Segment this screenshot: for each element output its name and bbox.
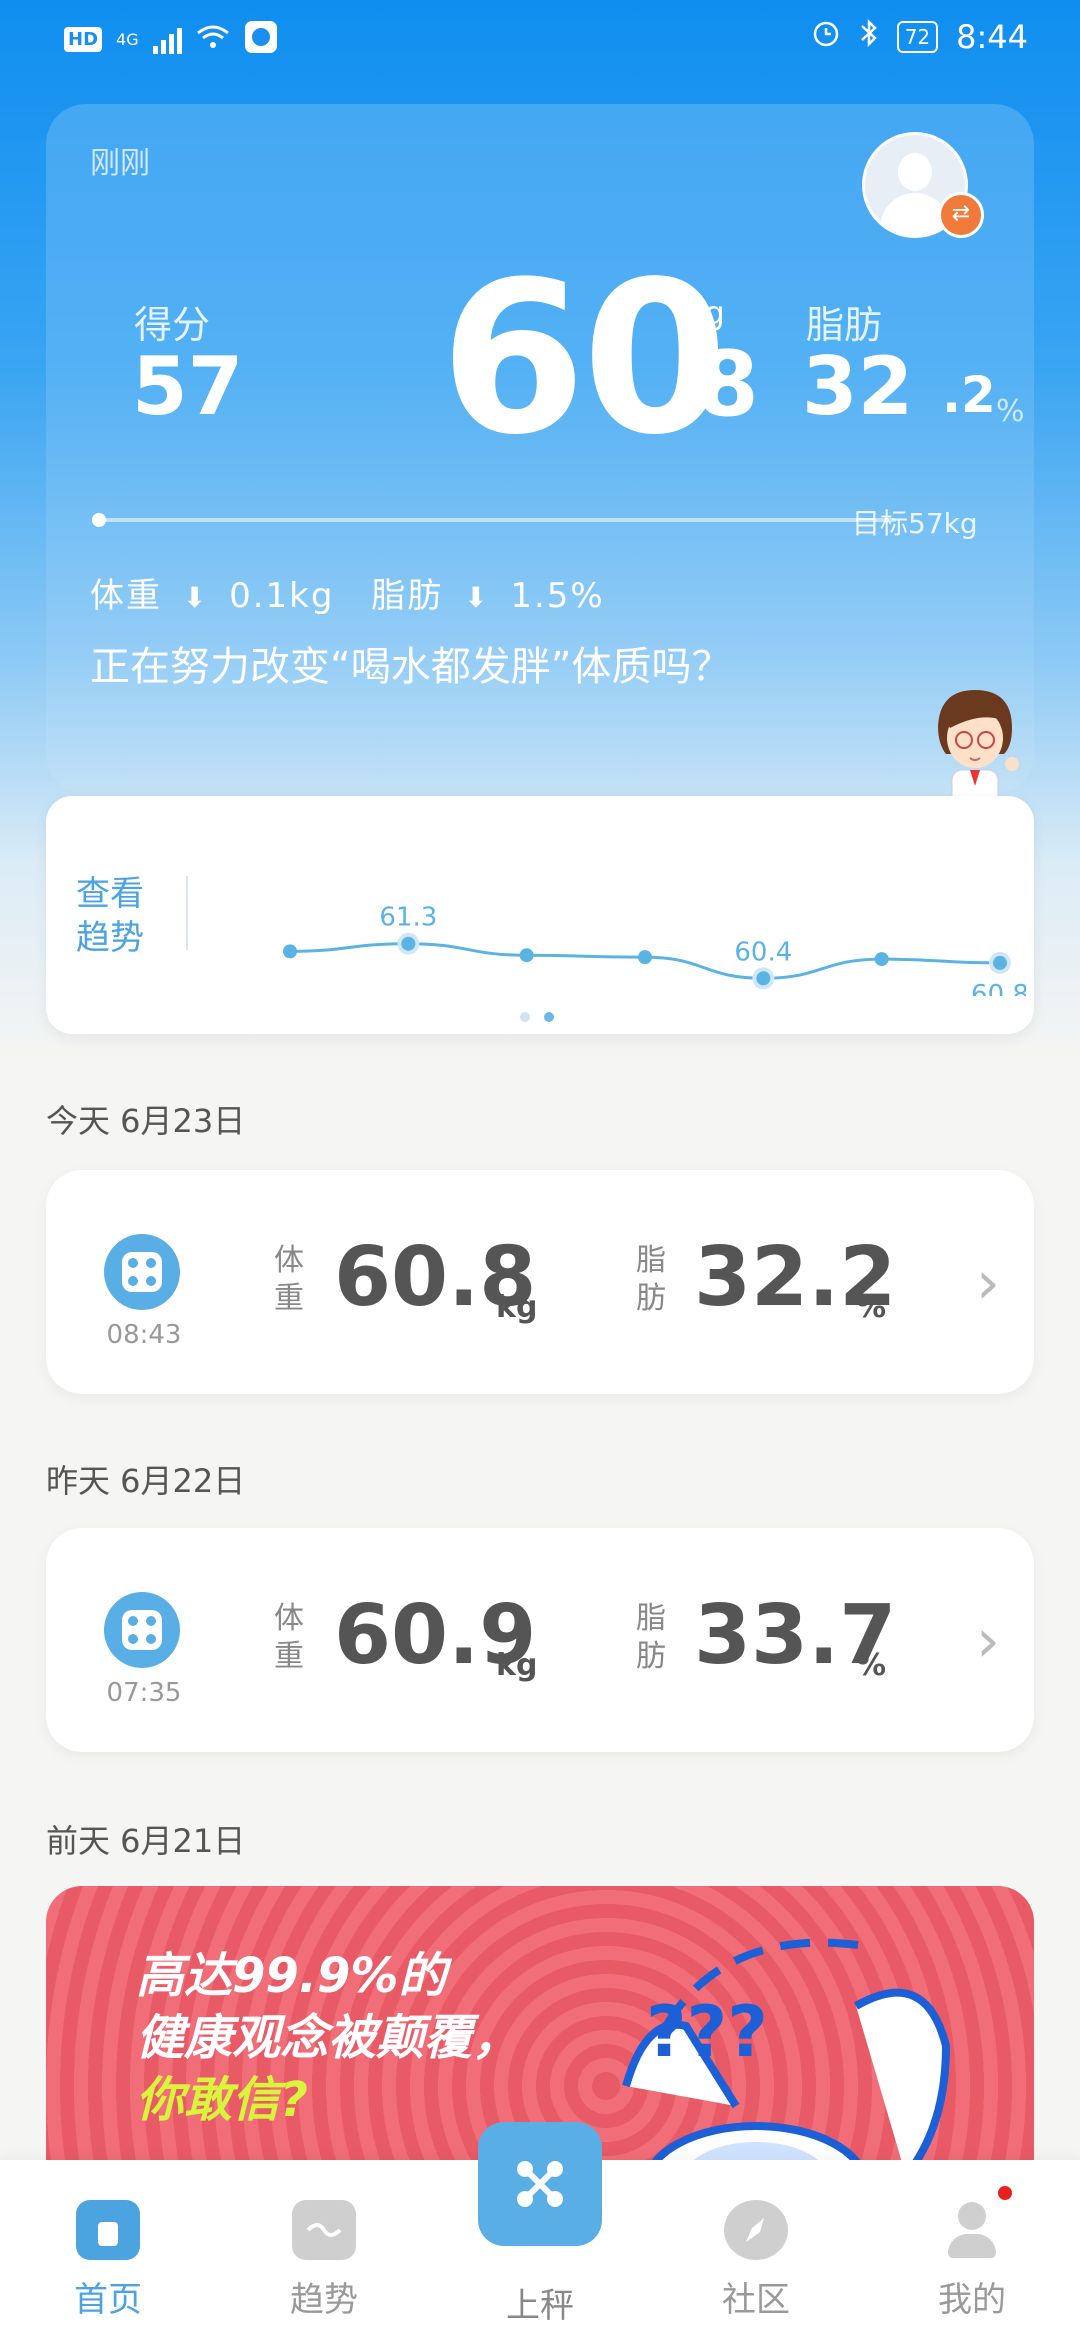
signal-icon <box>152 24 182 54</box>
fat-decimal: .2 <box>942 366 996 424</box>
scale-icon <box>104 1592 180 1668</box>
weight-unit: kg <box>496 1290 538 1325</box>
bluetooth-icon <box>859 18 879 56</box>
delta-fat-value: 1.5% <box>510 576 605 616</box>
status-bar: HD 4G 72 8:44 <box>0 0 1080 80</box>
app-notification-icon <box>244 20 278 58</box>
weight-label: 体重 <box>274 1243 304 1316</box>
fat-label: 脂肪 <box>636 1601 666 1674</box>
updated-time: 刚刚 <box>90 146 150 181</box>
goal-weight: 目标57kg <box>852 507 978 540</box>
day-header-today: 今天 6月23日 <box>46 1102 246 1140</box>
promo-headline-3: 你敢信? <box>136 2072 308 2128</box>
change-summary: 体重 ⬇ 0.1kg 脂肪 ⬇ 1.5% <box>90 568 613 617</box>
trend-chart[interactable]: 61.3 60.4 60.8 <box>206 816 1026 996</box>
delta-weight-value: 0.1kg <box>229 576 335 616</box>
promo-art-text: ??? <box>646 1991 768 2073</box>
nav-home[interactable]: 首页 <box>48 2200 168 2321</box>
weight-unit: kg <box>496 1648 538 1683</box>
trend-point <box>519 948 534 963</box>
promo-headline-1: 高达99.9%的 <box>136 1948 447 2004</box>
nav-community[interactable]: 社区 <box>696 2200 816 2321</box>
nav-mine-label: 我的 <box>938 2280 1006 2320</box>
bottom-navigation: 首页 趋势 上秤 社区 我的 <box>0 2122 1080 2340</box>
fat-unit: % <box>856 1290 887 1325</box>
fat-label: 脂肪 <box>636 1243 666 1316</box>
page-dot-active <box>544 1012 554 1022</box>
delta-fat-label: 脂肪 <box>371 576 444 616</box>
scale-icon <box>104 1234 180 1310</box>
record-card-yesterday[interactable]: 07:35 体重 60.9 kg 脂肪 33.7 % › <box>46 1528 1034 1752</box>
user-icon <box>940 2186 1012 2260</box>
wifi-icon <box>196 23 230 55</box>
goal-progress-bar <box>92 513 896 527</box>
divider <box>186 876 188 950</box>
arrow-down-icon: ⬇ <box>464 581 490 614</box>
view-trend-link[interactable]: 查看趋势 <box>76 872 156 960</box>
trend-point-label: 60.8 <box>971 980 1026 996</box>
fat-integer: 32 <box>802 340 914 433</box>
weight-decimal: .8 <box>662 332 759 437</box>
summary-card[interactable]: 刚刚 ⇄ 得分 57 60 .8 kg 脂肪 32 .2 % 目标57kg 体重… <box>46 104 1034 860</box>
clock: 8:44 <box>956 18 1028 56</box>
progress-marker <box>92 513 106 527</box>
score-value: 57 <box>132 340 244 433</box>
promo-headline-2: 健康观念被颠覆， <box>136 2010 521 2066</box>
trend-point <box>993 955 1007 970</box>
chevron-right-icon[interactable]: › <box>976 1606 1000 1676</box>
record-time: 07:35 <box>106 1678 182 1708</box>
battery-icon: 72 <box>896 21 939 53</box>
day-header-day-before: 前天 6月21日 <box>46 1822 246 1860</box>
chevron-right-icon[interactable]: › <box>976 1248 1000 1318</box>
day-header-yesterday: 昨天 6月22日 <box>46 1462 246 1500</box>
hd-icon: HD <box>64 26 103 52</box>
cartoon-scale-icon: ??? <box>622 1938 951 2186</box>
nav-trend-label: 趋势 <box>290 2280 358 2320</box>
nav-mine[interactable]: 我的 <box>912 2186 1032 2321</box>
weigh-button[interactable] <box>478 2122 602 2246</box>
compass-icon <box>724 2200 788 2260</box>
trend-point <box>283 944 297 959</box>
record-card-today[interactable]: 08:43 体重 60.8 kg 脂肪 32.2 % › <box>46 1170 1034 1394</box>
nav-community-label: 社区 <box>722 2280 790 2320</box>
tip-message[interactable]: 正在努力改变“喝水都发胖”体质吗？ <box>90 634 731 692</box>
weight-unit: kg <box>686 294 725 332</box>
nav-home-label: 首页 <box>74 2280 142 2320</box>
notification-dot <box>998 2186 1012 2200</box>
delta-weight-label: 体重 <box>90 576 162 616</box>
fat-unit: % <box>856 1648 887 1683</box>
home-icon <box>76 2200 140 2260</box>
alarm-icon <box>811 18 841 56</box>
record-time: 08:43 <box>106 1320 182 1350</box>
trend-card[interactable]: 查看趋势 61.3 60.4 60.8 <box>46 796 1034 1034</box>
trend-point <box>874 952 889 967</box>
trend-icon <box>292 2200 356 2260</box>
network-type: 4G <box>116 29 139 49</box>
weight-label: 体重 <box>274 1601 304 1674</box>
switch-user-icon[interactable]: ⇄ <box>938 192 984 238</box>
arrow-down-icon: ⬇ <box>182 581 209 614</box>
nav-trend[interactable]: 趋势 <box>264 2200 384 2321</box>
page-dot <box>520 1012 530 1022</box>
fat-unit: % <box>996 394 1025 429</box>
page-indicator <box>520 1012 554 1022</box>
trend-point-label: 61.3 <box>379 903 437 933</box>
trend-point <box>638 950 652 965</box>
trend-point <box>756 971 771 986</box>
trend-point-label: 60.4 <box>734 937 792 967</box>
nav-weigh-label[interactable]: 上秤 <box>478 2278 602 2327</box>
scale-icon <box>517 2161 563 2207</box>
trend-point <box>401 936 416 951</box>
